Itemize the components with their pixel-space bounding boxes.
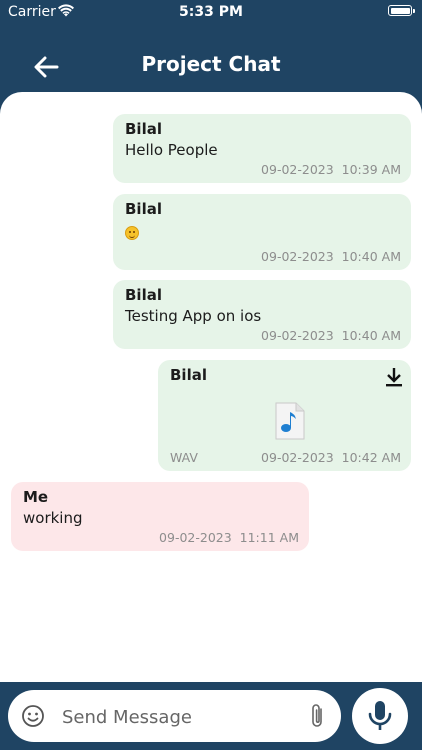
status-bar: Carrier 5:33 PM <box>0 0 422 24</box>
message-input[interactable] <box>60 702 294 732</box>
chat-area[interactable]: Bilal Hello People 09-02-2023 10:39 AM B… <box>0 92 422 682</box>
message-sender: Bilal <box>125 120 162 138</box>
file-type-label: WAV <box>170 450 198 465</box>
input-bar <box>0 682 422 750</box>
file-message-bubble[interactable]: Bilal WAV 09-02-2023 10:42 AM <box>158 360 411 471</box>
message-bubble[interactable]: Bilal 09-02-2023 10:40 AM <box>113 194 411 270</box>
message-sender: Bilal <box>170 366 207 384</box>
message-timestamp: 09-02-2023 10:39 AM <box>261 162 401 177</box>
audio-file-icon[interactable] <box>275 402 305 440</box>
download-icon[interactable] <box>385 367 403 387</box>
microphone-button[interactable] <box>352 688 408 744</box>
message-bubble[interactable]: Bilal Hello People 09-02-2023 10:39 AM <box>113 114 411 183</box>
smiling-face-emoji <box>125 226 139 240</box>
message-timestamp: 09-02-2023 10:40 AM <box>261 328 401 343</box>
header: Project Chat <box>0 36 422 94</box>
message-bubble-outgoing[interactable]: Me working 09-02-2023 11:11 AM <box>11 482 309 551</box>
paperclip-icon[interactable] <box>307 702 327 730</box>
message-sender: Me <box>23 488 49 506</box>
message-input-container <box>8 690 341 742</box>
message-timestamp: 09-02-2023 10:42 AM <box>261 450 401 465</box>
message-text: working <box>23 509 83 527</box>
emoji-icon[interactable] <box>21 704 45 728</box>
microphone-icon <box>368 701 392 730</box>
message-text: Hello People <box>125 141 218 159</box>
message-text: Testing App on ios <box>125 307 262 325</box>
status-time: 5:33 PM <box>179 4 243 20</box>
message-sender: Bilal <box>125 286 162 304</box>
battery-icon <box>388 5 415 16</box>
message-timestamp: 09-02-2023 11:11 AM <box>159 530 299 545</box>
page-title: Project Chat <box>141 52 281 76</box>
message-sender: Bilal <box>125 200 162 218</box>
message-bubble[interactable]: Bilal Testing App on ios 09-02-2023 10:4… <box>113 280 411 349</box>
message-timestamp: 09-02-2023 10:40 AM <box>261 249 401 264</box>
